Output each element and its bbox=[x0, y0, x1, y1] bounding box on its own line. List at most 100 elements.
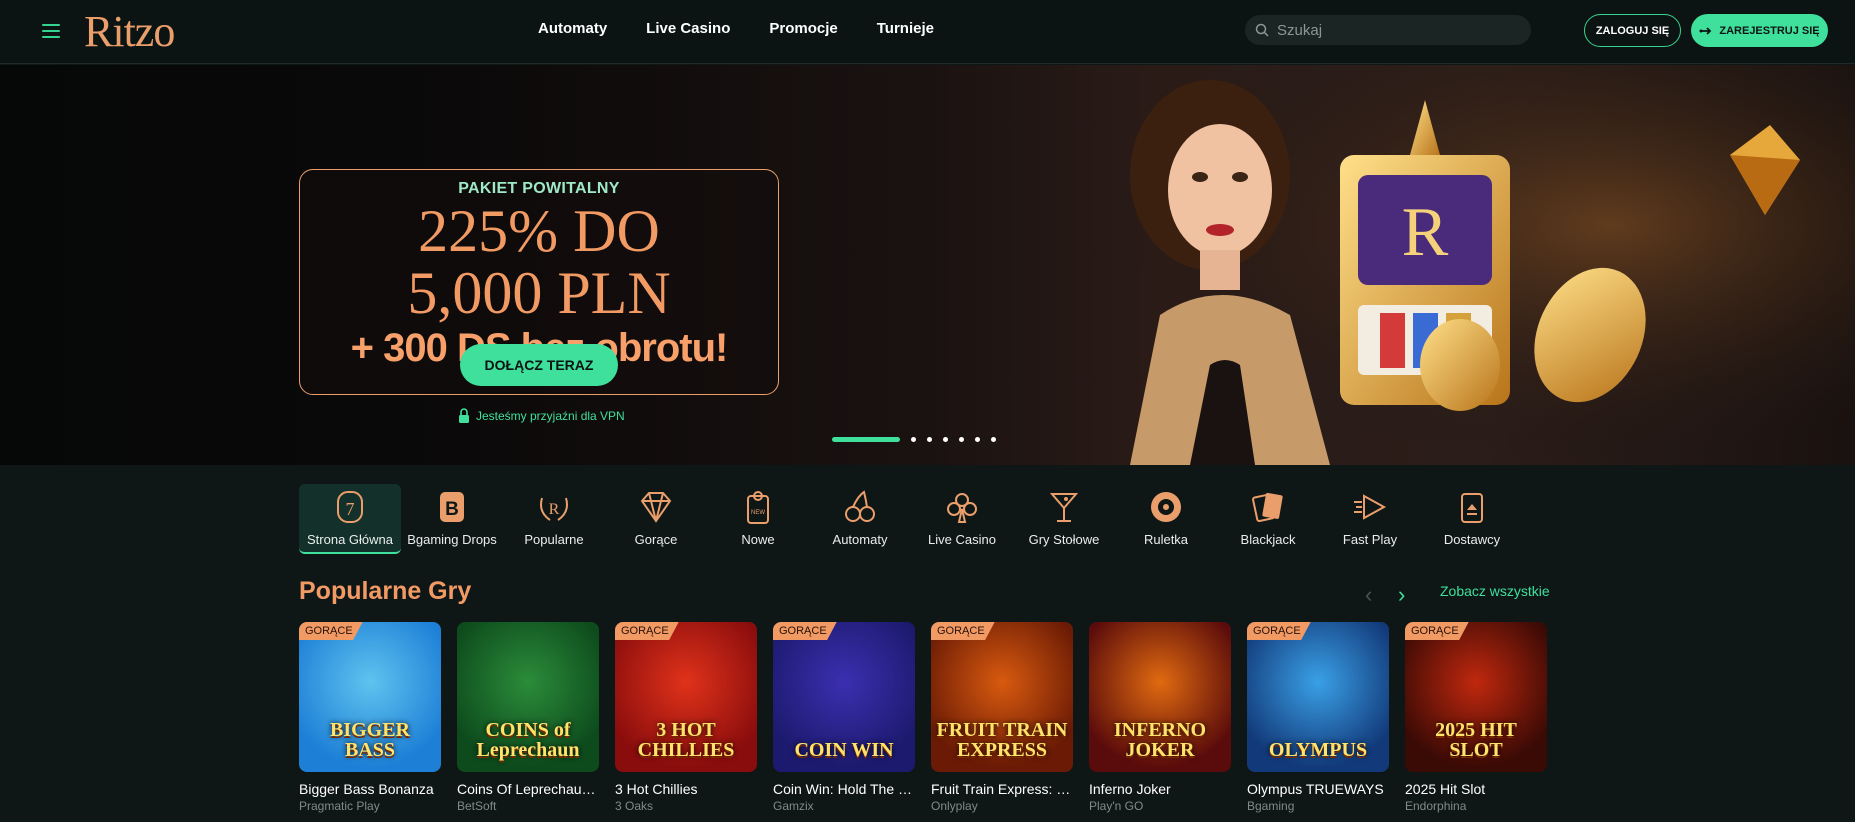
hero-banner[interactable]: R PAKIET POWITALNY 225% DO 5,000 PLN + 3… bbox=[0, 65, 1855, 465]
club-icon bbox=[947, 493, 977, 523]
carousel-dot[interactable] bbox=[959, 437, 964, 442]
category-gry-stolowe[interactable]: Gry Stołowe bbox=[1013, 484, 1115, 554]
game-name: Olympus TRUEWAYS bbox=[1247, 781, 1384, 797]
category-nowe[interactable]: NEW Nowe bbox=[707, 484, 809, 554]
category-label: Live Casino bbox=[928, 532, 996, 547]
category-strona-glowna[interactable]: 7 Strona Główna bbox=[299, 484, 401, 554]
cherry-icon bbox=[845, 490, 875, 522]
game-card[interactable]: BIGGER BASS GORĄCE Bigger Bass Bonanza Prag… bbox=[299, 622, 441, 813]
game-card[interactable]: COIN WIN GORĄCE Coin Win: Hold The S... Gam… bbox=[773, 622, 915, 813]
category-label: Nowe bbox=[741, 532, 775, 547]
category-popularne[interactable]: R Popularne bbox=[503, 484, 605, 554]
provider-icon bbox=[1461, 493, 1483, 523]
game-provider: 3 Oaks bbox=[615, 799, 654, 813]
hot-badge: GORĄCE bbox=[1247, 622, 1311, 640]
category-bar: 7 Strona Główna B Bgaming Drops R Popula… bbox=[299, 484, 1523, 554]
ritzo-logo[interactable]: Ritzo bbox=[84, 6, 175, 57]
category-label: Dostawcy bbox=[1443, 532, 1501, 547]
register-button[interactable]: ZAREJESTRUJ SIĘ bbox=[1691, 14, 1828, 47]
game-art-title: 2025 HIT SLOT bbox=[1435, 719, 1517, 761]
category-ruletka[interactable]: Ruletka bbox=[1115, 484, 1217, 554]
join-now-button[interactable]: DOŁĄCZ TERAZ bbox=[460, 344, 618, 386]
cards-icon bbox=[1252, 492, 1283, 523]
menu-icon[interactable] bbox=[42, 24, 60, 38]
category-bgaming-drops[interactable]: B Bgaming Drops bbox=[401, 484, 503, 554]
game-provider: BetSoft bbox=[457, 799, 497, 813]
vpn-text: Jesteśmy przyjaźni dla VPN bbox=[476, 409, 625, 423]
carousel-dot[interactable] bbox=[927, 437, 932, 442]
game-name: Coin Win: Hold The S... bbox=[773, 781, 915, 797]
carousel-dot[interactable] bbox=[975, 437, 980, 442]
search-box[interactable] bbox=[1245, 15, 1531, 45]
category-label: Bgaming Drops bbox=[407, 532, 497, 547]
game-thumbnail[interactable]: 2025 HIT SLOT GORĄCE bbox=[1405, 622, 1547, 772]
category-dostawcy[interactable]: Dostawcy bbox=[1421, 484, 1523, 554]
cocktail-icon bbox=[1049, 493, 1079, 522]
carousel-dot[interactable] bbox=[911, 437, 916, 442]
diamond-icon bbox=[640, 492, 672, 523]
game-provider: Gamzix bbox=[773, 799, 814, 813]
game-card[interactable]: FRUIT TRAIN EXPRESS GORĄCE Fruit Train Exp… bbox=[931, 622, 1073, 813]
game-provider: Bgaming bbox=[1247, 799, 1295, 813]
game-name: 3 Hot Chillies bbox=[615, 781, 698, 797]
see-all-link[interactable]: Zobacz wszystkie bbox=[1440, 583, 1550, 599]
b-badge-icon: B bbox=[440, 492, 464, 522]
nav-live-casino[interactable]: Live Casino bbox=[646, 20, 730, 37]
carousel-dot[interactable] bbox=[991, 437, 996, 442]
carousel-dot[interactable] bbox=[943, 437, 948, 442]
search-icon bbox=[1255, 23, 1269, 37]
hot-badge: GORĄCE bbox=[299, 622, 363, 640]
game-art-title: INFERNO JOKER bbox=[1113, 719, 1207, 761]
category-gorace[interactable]: Gorące bbox=[605, 484, 707, 554]
carousel-dot[interactable] bbox=[832, 437, 900, 442]
category-label: Strona Główna bbox=[307, 532, 393, 547]
category-label: Popularne bbox=[524, 532, 584, 547]
game-art-title: COINS of Leprechaun bbox=[476, 719, 580, 761]
game-card[interactable]: INFERNO JOKER Inferno Joker Play'n GO bbox=[1089, 622, 1231, 813]
register-label: ZAREJESTRUJ SIĘ bbox=[1719, 24, 1820, 37]
game-provider: Endorphina bbox=[1405, 799, 1467, 813]
game-card[interactable]: COINS of Leprechaun Coins Of Leprechaun .… bbox=[457, 622, 599, 813]
fast-play-icon bbox=[1354, 494, 1387, 520]
game-name: Fruit Train Express: H... bbox=[931, 781, 1073, 797]
category-live-casino[interactable]: Live Casino bbox=[911, 484, 1013, 554]
chevron-right-icon[interactable]: › bbox=[1398, 582, 1405, 608]
hot-badge: GORĄCE bbox=[931, 622, 995, 640]
laurel-r-icon: R bbox=[540, 497, 568, 521]
game-provider: Play'n GO bbox=[1089, 799, 1144, 813]
vpn-note: Jesteśmy przyjaźni dla VPN bbox=[458, 408, 625, 424]
slot-seven-icon: 7 bbox=[337, 491, 363, 523]
game-thumbnail[interactable]: BIGGER BASS GORĄCE bbox=[299, 622, 441, 772]
game-thumbnail[interactable]: OLYMPUS GORĄCE bbox=[1247, 622, 1389, 772]
lock-icon bbox=[459, 408, 469, 423]
promo-headline-1: 225% DO bbox=[418, 198, 660, 264]
hot-badge: GORĄCE bbox=[773, 622, 837, 640]
game-thumbnail[interactable]: COIN WIN GORĄCE bbox=[773, 622, 915, 772]
game-art-title: OLYMPUS bbox=[1268, 739, 1368, 761]
game-card[interactable]: OLYMPUS GORĄCE Olympus TRUEWAYS Bgaming bbox=[1247, 622, 1389, 813]
category-automaty[interactable]: Automaty bbox=[809, 484, 911, 554]
game-thumbnail[interactable]: FRUIT TRAIN EXPRESS GORĄCE bbox=[931, 622, 1073, 772]
game-thumbnail[interactable]: COINS of Leprechaun bbox=[457, 622, 599, 772]
nav-promocje[interactable]: Promocje bbox=[769, 20, 837, 37]
chevron-left-icon[interactable]: ‹ bbox=[1365, 582, 1372, 608]
game-name: 2025 Hit Slot bbox=[1405, 781, 1486, 797]
nav-automaty[interactable]: Automaty bbox=[538, 20, 607, 37]
category-label: Gorące bbox=[634, 532, 678, 547]
game-provider: Pragmatic Play bbox=[299, 799, 380, 813]
popular-games-title: Popularne Gry bbox=[299, 577, 472, 605]
category-blackjack[interactable]: Blackjack bbox=[1217, 484, 1319, 554]
login-button[interactable]: ZALOGUJ SIĘ bbox=[1584, 14, 1681, 47]
game-art-title: FRUIT TRAIN EXPRESS bbox=[936, 719, 1068, 761]
game-card[interactable]: 2025 HIT SLOT GORĄCE 2025 Hit Slot Endorphi… bbox=[1405, 622, 1547, 813]
game-name: Coins Of Leprechaun ... bbox=[457, 781, 599, 797]
game-thumbnail[interactable]: INFERNO JOKER bbox=[1089, 622, 1231, 772]
game-thumbnail[interactable]: 3 HOT CHILLIES GORĄCE bbox=[615, 622, 757, 772]
game-card[interactable]: 3 HOT CHILLIES GORĄCE 3 Hot Chillies 3 Oaks bbox=[615, 622, 757, 813]
search-input[interactable] bbox=[1277, 21, 1517, 39]
nav-turnieje[interactable]: Turnieje bbox=[877, 20, 934, 37]
game-name: Bigger Bass Bonanza bbox=[299, 781, 434, 797]
category-fast-play[interactable]: Fast Play bbox=[1319, 484, 1421, 554]
carousel-dots bbox=[832, 437, 996, 442]
game-name: Inferno Joker bbox=[1089, 781, 1171, 797]
